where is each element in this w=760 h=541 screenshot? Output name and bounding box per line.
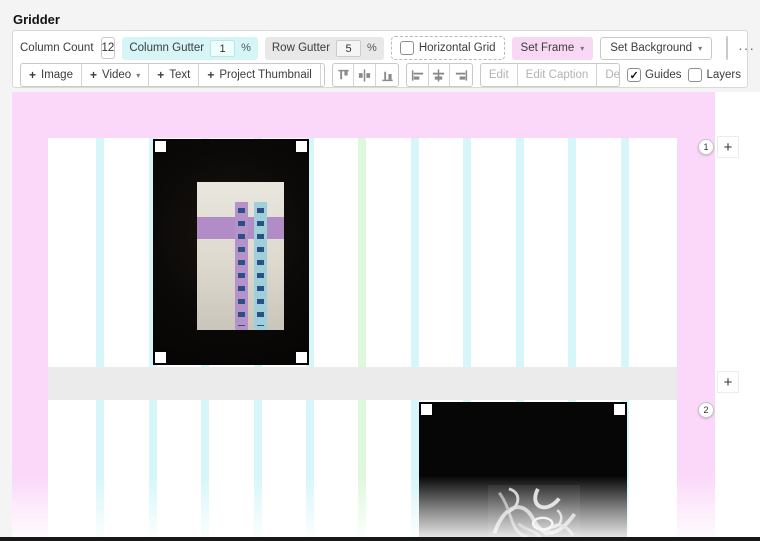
resize-handle-top-right[interactable] — [296, 141, 307, 152]
column-guide — [621, 138, 629, 367]
horizontal-align-group — [406, 63, 473, 87]
selected-image-block-1[interactable] — [153, 139, 309, 365]
window-bottom-bar — [0, 537, 760, 541]
align-middle-icon — [357, 68, 372, 83]
artwork-photo — [197, 182, 284, 330]
align-right-button[interactable] — [450, 64, 472, 86]
layers-checkbox[interactable] — [688, 68, 702, 82]
edit-caption-button[interactable]: Edit Caption — [518, 64, 598, 86]
layers-label: Layers — [706, 69, 741, 81]
plus-icon: + — [29, 68, 36, 82]
canvas-frame[interactable] — [12, 92, 715, 541]
add-video-button[interactable]: + Video ▾ — [82, 64, 149, 86]
align-center-button[interactable] — [429, 64, 451, 86]
row-gutter-band — [48, 367, 677, 400]
page-title: Gridder — [13, 12, 60, 27]
row-gutter-unit: % — [367, 42, 377, 54]
toolbar-panel: Column Count 12 Column Gutter 1 % Row Gu… — [12, 30, 748, 88]
resize-handle-top-left[interactable] — [421, 404, 432, 415]
plus-icon: + — [90, 68, 97, 82]
row-2-badge[interactable]: 2 — [698, 402, 714, 418]
align-right-icon — [454, 68, 469, 83]
more-options-button[interactable]: ··· — [735, 40, 758, 56]
guides-toggle[interactable]: ✓ Guides — [627, 68, 681, 82]
grid-row-1[interactable] — [48, 138, 677, 367]
row-controls-rail — [715, 92, 760, 541]
checkmark-icon: ✓ — [629, 69, 638, 82]
row-gutter-input[interactable]: 5 — [336, 40, 361, 57]
guides-label: Guides — [645, 69, 681, 81]
column-guide — [463, 138, 471, 367]
align-top-icon — [336, 68, 351, 83]
center-column-guide — [358, 138, 366, 367]
align-left-icon — [410, 68, 425, 83]
add-project-thumbnail-button[interactable]: + Project Thumbnail — [199, 64, 321, 86]
row-gutter-label: Row Gutter — [272, 42, 330, 54]
delete-button[interactable]: Delete — [597, 64, 620, 86]
add-more-button[interactable]: + More ▾ — [321, 64, 325, 86]
row-gutter-group: Row Gutter 5 % — [265, 37, 384, 60]
toolbar-row-actions: + Image + Video ▾ + Text + Project Thumb… — [20, 63, 741, 87]
column-gutter-input[interactable]: 1 — [210, 40, 235, 57]
align-top-button[interactable] — [333, 64, 355, 86]
insert-group: + Image + Video ▾ + Text + Project Thumb… — [20, 63, 325, 87]
bottom-fade-overlay — [12, 476, 715, 541]
layers-toggle[interactable]: Layers — [688, 68, 741, 82]
column-gutter-unit: % — [241, 42, 251, 54]
column-guide — [411, 138, 419, 367]
plus-icon: + — [207, 68, 214, 82]
column-gutter-label: Column Gutter — [129, 42, 204, 54]
edit-button[interactable]: Edit — [481, 64, 518, 86]
row-1-badge[interactable]: 1 — [698, 139, 714, 155]
monitor-icon — [727, 41, 728, 56]
horizontal-grid-checkbox[interactable] — [400, 41, 414, 55]
artwork-cyan-stripe — [254, 202, 267, 330]
chevron-down-icon: ▾ — [698, 44, 702, 53]
viewport-switch-group — [726, 36, 728, 60]
ellipsis-icon: ··· — [738, 40, 755, 56]
column-guide — [516, 138, 524, 367]
column-guide — [568, 138, 576, 367]
chevron-down-icon: ▾ — [136, 71, 140, 80]
resize-handle-top-left[interactable] — [155, 141, 166, 152]
set-frame-button[interactable]: Set Frame ▾ — [512, 37, 594, 60]
align-center-icon — [431, 68, 446, 83]
add-row-button-1[interactable]: + — [717, 136, 739, 158]
column-gutter-group: Column Gutter 1 % — [122, 37, 258, 60]
add-row-button-2[interactable]: + — [717, 371, 739, 393]
column-count-input[interactable]: 12 — [101, 37, 116, 59]
plus-icon: + — [157, 68, 164, 82]
desktop-view-button[interactable] — [727, 37, 728, 59]
chevron-down-icon: ▾ — [580, 44, 584, 53]
column-guide — [96, 138, 104, 367]
resize-handle-bottom-left[interactable] — [155, 352, 166, 363]
gridder-editor: Gridder Column Count 12 Column Gutter 1 … — [0, 0, 760, 541]
horizontal-grid-toggle[interactable]: Horizontal Grid — [391, 36, 505, 60]
vertical-align-group — [332, 63, 399, 87]
toolbar-row-settings: Column Count 12 Column Gutter 1 % Row Gu… — [20, 36, 741, 60]
resize-handle-top-right[interactable] — [614, 404, 625, 415]
add-image-button[interactable]: + Image — [21, 64, 82, 86]
set-background-button[interactable]: Set Background ▾ — [600, 37, 712, 60]
align-middle-button[interactable] — [354, 64, 376, 86]
add-text-button[interactable]: + Text — [149, 64, 199, 86]
edit-group: Edit Edit Caption Delete — [480, 63, 620, 87]
horizontal-grid-label: Horizontal Grid — [419, 42, 496, 54]
resize-handle-bottom-right[interactable] — [296, 352, 307, 363]
align-bottom-icon — [380, 68, 395, 83]
align-left-button[interactable] — [407, 64, 429, 86]
artwork-purple-stripe — [235, 202, 248, 330]
align-bottom-button[interactable] — [376, 64, 398, 86]
guides-checkbox[interactable]: ✓ — [627, 68, 641, 82]
column-count-label: Column Count — [20, 42, 94, 54]
